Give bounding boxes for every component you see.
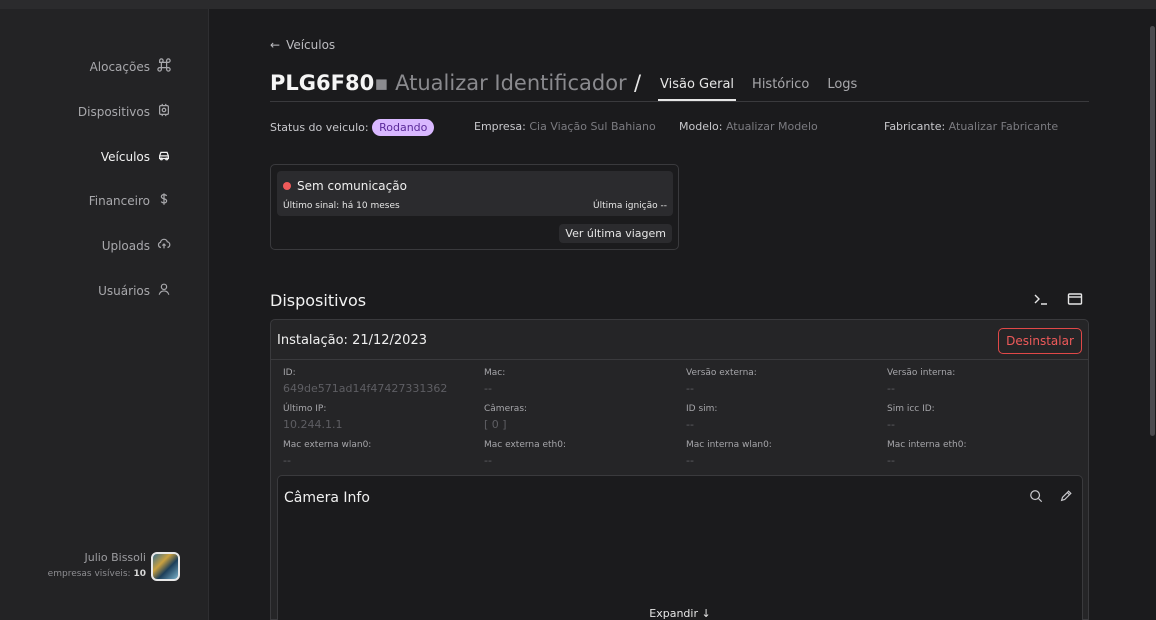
devices-title: Dispositivos xyxy=(270,291,367,310)
user-name: Julio Bissoli xyxy=(84,551,146,564)
field-mac-int-wlan0: Mac interna wlan0: -- xyxy=(686,440,772,467)
vehicle-status: Status do veiculo: Rodando xyxy=(270,119,435,136)
sidebar-item-alocacoes[interactable]: Alocações xyxy=(90,58,171,75)
expand-button[interactable]: Expandir ↓ xyxy=(278,607,1082,620)
device-card: Instalação: 21/12/2023 Desinstalar ID: 64… xyxy=(270,319,1089,620)
sidebar-item-label: Usuários xyxy=(98,283,150,298)
last-signal: Último sinal: há 10 meses xyxy=(283,201,400,211)
camera-info-title: Câmera Info xyxy=(284,490,370,506)
device-icon xyxy=(157,103,171,120)
sidebar: Alocações Dispositivos Veículos Financei… xyxy=(0,9,209,620)
field-internal-version: Versão interna: -- xyxy=(887,368,956,395)
cloud-upload-icon xyxy=(157,237,171,254)
maker-value[interactable]: Atualizar Fabricante xyxy=(949,120,1058,133)
tab-visao-geral[interactable]: Visão Geral xyxy=(658,77,737,101)
sidebar-item-usuarios[interactable]: Usuários xyxy=(98,282,171,299)
device-divider xyxy=(271,359,1088,360)
tab-bar: Visão Geral Histórico Logs xyxy=(658,77,859,101)
last-ignition: Última ignição -- xyxy=(592,201,667,211)
field-mac-ext-eth0: Mac externa eth0: -- xyxy=(484,440,567,467)
vehicle-maker: Fabricante: Atualizar Fabricante xyxy=(884,120,1059,133)
field-sim-icc-id: Sim icc ID: -- xyxy=(887,404,935,431)
status-dot xyxy=(283,182,291,190)
camera-info-card: Câmera Info Expandir ↓ xyxy=(277,475,1083,620)
title-separator: ▪ xyxy=(374,71,389,95)
communication-status: Sem comunicação Último sinal: há 10 mese… xyxy=(277,171,673,216)
command-icon xyxy=(157,58,171,75)
sidebar-item-label: Alocações xyxy=(89,59,150,74)
title-divider xyxy=(270,101,1089,102)
window-top-bar xyxy=(0,0,1156,9)
last-trip-button[interactable]: Ver última viagem xyxy=(559,224,672,243)
arrow-left-icon: ← xyxy=(270,38,281,52)
field-mac-int-eth0: Mac interna eth0: -- xyxy=(887,440,967,467)
uninstall-button[interactable]: Desinstalar xyxy=(998,328,1082,354)
pencil-icon[interactable] xyxy=(1059,488,1073,502)
field-last-ip: Último IP: 10.244.1.1 xyxy=(283,404,343,431)
back-link[interactable]: ← Veículos xyxy=(270,38,335,52)
sidebar-item-uploads[interactable]: Uploads xyxy=(102,237,171,254)
sidebar-item-veiculos[interactable]: Veículos xyxy=(101,148,171,165)
dollar-icon xyxy=(157,192,171,209)
avatar[interactable] xyxy=(151,552,180,581)
tab-logs[interactable]: Logs xyxy=(825,77,859,101)
status-badge: Rodando xyxy=(372,119,435,136)
vehicle-identifier[interactable]: Atualizar Identificador xyxy=(395,71,627,95)
field-mac: Mac: -- xyxy=(484,368,506,395)
vehicle-company: Empresa: Cia Viação Sul Bahiano xyxy=(474,120,656,133)
field-id: ID: 649de571ad14f47427331362 xyxy=(283,368,448,395)
visible-companies: empresas visíveis: 10 xyxy=(47,569,146,579)
sidebar-item-label: Uploads xyxy=(101,238,150,253)
scrollbar-thumb[interactable] xyxy=(1150,26,1155,436)
field-external-version: Versão externa: -- xyxy=(686,368,757,395)
communication-card: Sem comunicação Último sinal: há 10 mese… xyxy=(270,164,679,250)
vehicle-model: Modelo: Atualizar Modelo xyxy=(679,120,818,133)
page-title: PLG6F80▪ Atualizar Identificador xyxy=(270,71,627,95)
user-profile[interactable]: Julio Bissoli empresas visíveis: 10 xyxy=(47,550,180,582)
sidebar-item-financeiro[interactable]: Financeiro xyxy=(89,192,171,209)
terminal-icon[interactable] xyxy=(1033,291,1049,307)
car-icon xyxy=(157,148,171,165)
field-sim-id: ID sim: -- xyxy=(686,404,718,431)
sidebar-item-label: Veículos xyxy=(100,149,150,164)
field-mac-ext-wlan0: Mac externa wlan0: -- xyxy=(283,440,372,467)
user-icon xyxy=(157,282,171,299)
sidebar-item-label: Dispositivos xyxy=(77,104,150,119)
sidebar-item-label: Financeiro xyxy=(88,193,150,208)
vehicle-plate: PLG6F80 xyxy=(270,71,375,95)
window-icon[interactable] xyxy=(1067,291,1083,307)
main-content: ← Veículos PLG6F80▪ Atualizar Identifica… xyxy=(210,9,1146,620)
field-cameras: Câmeras:[ 0 ] xyxy=(484,404,528,431)
sidebar-item-dispositivos[interactable]: Dispositivos xyxy=(78,103,171,120)
title-slash: / xyxy=(634,71,642,95)
model-value[interactable]: Atualizar Modelo xyxy=(726,120,818,133)
communication-title: Sem comunicação xyxy=(297,179,407,193)
search-icon[interactable] xyxy=(1029,488,1043,503)
tab-historico[interactable]: Histórico xyxy=(750,77,811,101)
install-date: Instalação: 21/12/2023 xyxy=(277,333,427,348)
